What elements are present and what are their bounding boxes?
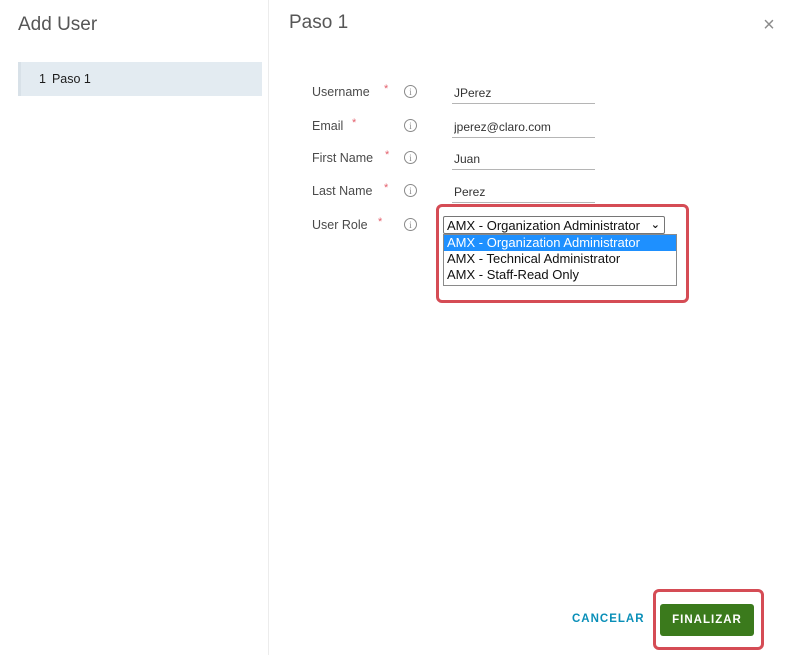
required-mark: * [352, 117, 357, 129]
user-role-selected-value: AMX - Organization Administrator [447, 217, 640, 233]
finish-button[interactable]: FINALIZAR [660, 604, 754, 636]
info-icon[interactable]: i [404, 184, 417, 197]
user-role-label: User Role [312, 218, 368, 232]
username-label: Username [312, 85, 370, 99]
role-option-organization-administrator[interactable]: AMX - Organization Administrator [444, 235, 676, 251]
first-name-label: First Name [312, 151, 374, 165]
wizard-step-1[interactable]: 1 Paso 1 [18, 62, 262, 96]
info-icon[interactable]: i [404, 119, 417, 132]
email-input[interactable] [452, 116, 595, 138]
panel-divider [268, 0, 269, 655]
wizard-sidebar: Add User 1 Paso 1 [0, 0, 268, 655]
step-title: Paso 1 [289, 12, 349, 33]
required-mark: * [378, 216, 383, 228]
required-mark: * [384, 182, 389, 194]
step-label: Paso 1 [51, 72, 91, 86]
info-icon[interactable]: i [404, 218, 417, 231]
chevron-down-icon: ⌄ [650, 219, 660, 231]
role-option-staff-read-only[interactable]: AMX - Staff-Read Only [444, 267, 676, 283]
info-icon[interactable]: i [404, 85, 417, 98]
user-role-select[interactable]: AMX - Organization Administrator ⌄ [443, 216, 665, 234]
required-mark: * [385, 149, 390, 161]
last-name-input[interactable] [452, 181, 595, 203]
form-row-email: Email * i [312, 116, 612, 140]
email-label: Email [312, 119, 344, 133]
cancel-button[interactable]: CANCELAR [572, 613, 645, 625]
form-row-username: Username * i [312, 82, 612, 106]
wizard-step-list: 1 Paso 1 [18, 62, 262, 96]
add-user-dialog: Add User 1 Paso 1 Paso 1 × Username * i … [0, 0, 790, 655]
required-mark: * [384, 83, 389, 95]
user-role-dropdown: AMX - Organization Administrator AMX - T… [443, 234, 677, 286]
form-row-last-name: Last Name * i [312, 181, 612, 205]
step-number: 1 [39, 72, 46, 86]
wizard-title: Add User [18, 14, 98, 35]
last-name-label: Last Name [312, 184, 373, 198]
username-input[interactable] [452, 82, 595, 104]
info-icon[interactable]: i [404, 151, 417, 164]
form-row-first-name: First Name * i [312, 148, 612, 172]
role-option-technical-administrator[interactable]: AMX - Technical Administrator [444, 251, 676, 267]
first-name-input[interactable] [452, 148, 595, 170]
close-icon[interactable]: × [758, 14, 780, 36]
